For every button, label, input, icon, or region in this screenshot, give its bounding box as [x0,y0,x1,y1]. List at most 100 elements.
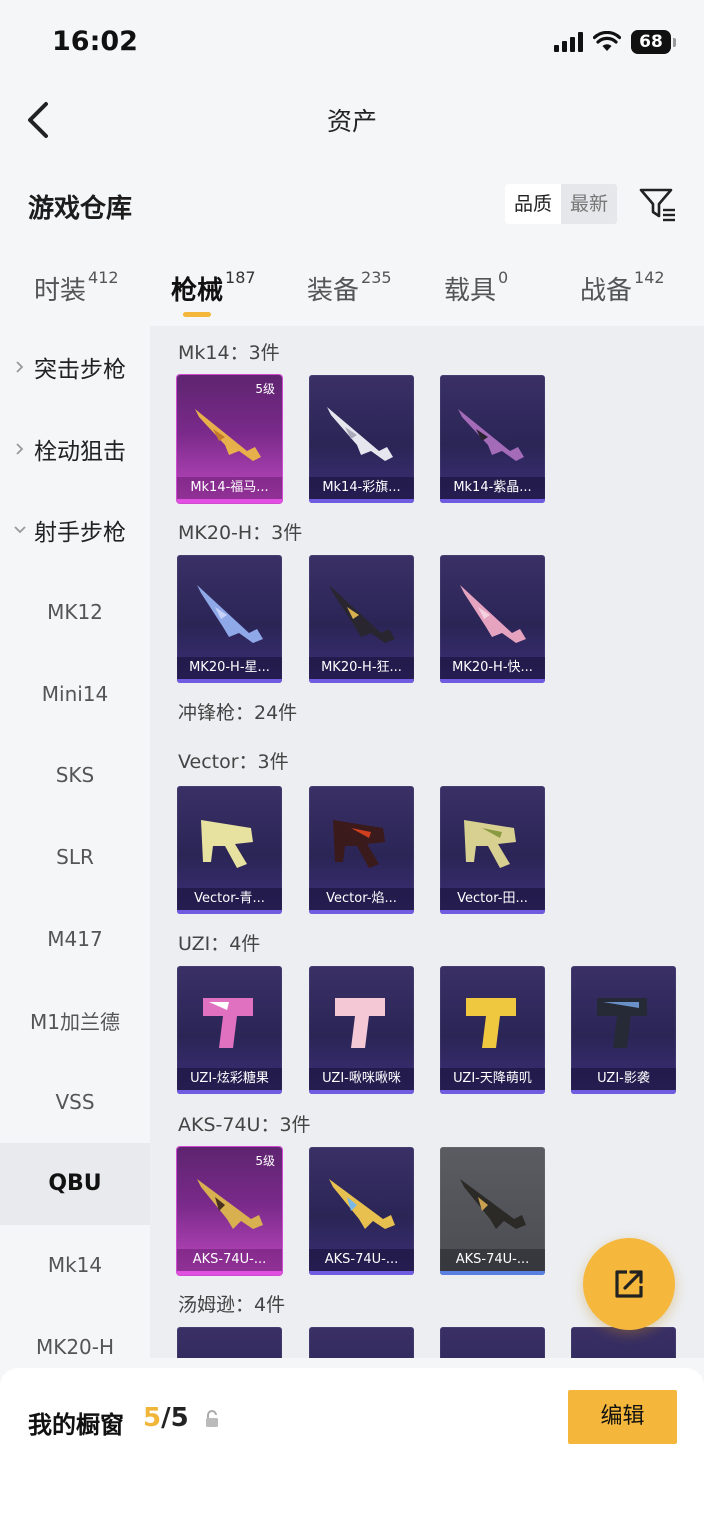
smg-icon [464,820,516,868]
weapon-name: Vector-青... [177,888,282,910]
category-tabs: 时装 412 枪械 187 装备 235 载具 0 战备 142 [0,262,704,326]
weapon-grid: Mk14：3件 5级 Mk14-福马... Mk14-彩旗... Mk14-紫晶… [150,326,704,1358]
warehouse-header: 游戏仓库 品质 最新 [0,178,704,234]
weapon-card[interactable]: UZI-影袭 [571,966,676,1094]
sidebar-group-bolt-sniper[interactable]: 栓动狙击 [0,408,150,490]
weapon-card[interactable] [177,1327,282,1358]
rarity-bar [177,910,282,914]
weapon-name: AKS-74U-... [309,1249,414,1271]
rarity-bar [309,1090,414,1094]
weapon-card[interactable] [309,1327,414,1358]
rarity-bar [177,499,282,503]
weapon-card[interactable]: UZI-炫彩糖果 [177,966,282,1094]
edit-button[interactable]: 编辑 [568,1390,677,1444]
rifle-icon [460,1179,526,1229]
tab-count: 412 [88,268,119,287]
weapon-card[interactable]: Vector-焰... [309,786,414,914]
pistol-smg-icon [466,998,516,1048]
weapon-card[interactable] [571,1327,676,1358]
showcase-current: 5 [143,1403,162,1433]
showcase-bar: 我的橱窗 5/5 编辑 [0,1368,704,1523]
weapon-name: UZI-天降萌叽 [440,1068,545,1090]
section-title: 游戏仓库 [28,194,133,224]
weapon-name: AKS-74U-... [440,1249,545,1271]
tab-guns[interactable]: 枪械 187 [171,268,256,307]
rifle-icon [458,409,524,461]
weapon-card[interactable]: Vector-田... [440,786,545,914]
sidebar-item-mk12[interactable]: MK12 [0,571,150,653]
filter-icon[interactable] [638,184,678,224]
tab-count: 187 [225,268,256,287]
sidebar-item-vss[interactable]: VSS [0,1061,150,1143]
sidebar-group-label: 射手步枪 [34,520,126,547]
sidebar-group-marksman-rifle[interactable]: 射手步枪 [0,489,150,571]
status-icons: 68 [554,30,676,54]
sidebar-item-mk20h[interactable]: MK20-H [0,1306,150,1358]
weapon-card[interactable]: AKS-74U-... [440,1147,545,1275]
weapon-card[interactable]: 5级 Mk14-福马... [177,375,282,503]
weapon-card[interactable]: Mk14-紫晶... [440,375,545,503]
rarity-bar [309,499,414,503]
showcase-total: /5 [161,1403,189,1433]
weapon-name: UZI-炫彩糖果 [177,1068,282,1090]
sidebar-group-assault-rifle[interactable]: 突击步枪 [0,326,150,408]
nav-bar: 资产 [0,88,704,150]
weapon-card[interactable]: AKS-74U-... [309,1147,414,1275]
weapon-card[interactable]: MK20-H-星... [177,555,282,683]
weapon-name: Vector-田... [440,888,545,910]
rifle-icon [460,585,526,643]
tab-count: 142 [634,268,665,287]
weapon-name: Vector-焰... [309,888,414,910]
weapon-card[interactable] [440,1327,545,1358]
sidebar-item-m417[interactable]: M417 [0,898,150,980]
status-bar: 16:02 68 [0,0,704,86]
weapon-card[interactable]: MK20-H-狂... [309,555,414,683]
smg-icon [333,820,385,868]
rarity-bar [440,1271,545,1275]
category-heading: Vector：3件 [178,751,289,773]
rifle-icon [195,409,261,461]
rarity-bar [309,910,414,914]
weapon-name: MK20-H-狂... [309,657,414,679]
active-tab-indicator [183,312,211,317]
category-heading: 汤姆逊：4件 [178,1294,286,1316]
rifle-icon [197,1179,263,1229]
share-button[interactable] [583,1238,675,1330]
status-time: 16:02 [52,26,138,57]
rarity-bar [571,1090,676,1094]
category-heading: UZI：4件 [178,933,261,955]
sort-quality-button[interactable]: 品质 [505,184,562,224]
tab-equipment[interactable]: 装备 235 [307,268,392,307]
tab-tactical[interactable]: 战备 142 [580,268,665,307]
chevron-down-icon [14,526,26,534]
sidebar-group-label: 突击步枪 [34,356,126,383]
rarity-bar [440,499,545,503]
signal-icon [554,32,583,52]
category-heading: 冲锋枪：24件 [178,702,298,724]
tab-label: 枪械 [171,276,224,306]
sidebar-item-m1-garand[interactable]: M1加兰德 [0,980,150,1062]
weapon-card[interactable]: Vector-青... [177,786,282,914]
wifi-icon [593,31,621,51]
sidebar-item-qbu[interactable]: QBU [0,1142,150,1225]
tab-fashion[interactable]: 时装 412 [34,268,119,307]
weapon-card[interactable]: Mk14-彩旗... [309,375,414,503]
weapon-name: MK20-H-星... [177,657,282,679]
weapon-card[interactable]: UZI-啾咪啾咪 [309,966,414,1094]
rarity-bar [309,679,414,683]
tab-label: 时装 [34,276,87,306]
smg-icon [201,820,253,868]
weapon-card[interactable]: 5级 AKS-74U-... [177,1147,282,1275]
rarity-bar [177,1090,282,1094]
weapon-name: Mk14-彩旗... [309,477,414,499]
sort-latest-button[interactable]: 最新 [561,184,617,224]
rifle-icon [197,585,263,643]
tab-vehicles[interactable]: 载具 0 [444,268,508,307]
rarity-bar [309,1271,414,1275]
sidebar-item-mk14[interactable]: Mk14 [0,1225,150,1307]
sidebar-item-mini14[interactable]: Mini14 [0,653,150,735]
sidebar-item-slr[interactable]: SLR [0,816,150,898]
weapon-card[interactable]: MK20-H-快... [440,555,545,683]
weapon-card[interactable]: UZI-天降萌叽 [440,966,545,1094]
sidebar-item-sks[interactable]: SKS [0,734,150,816]
